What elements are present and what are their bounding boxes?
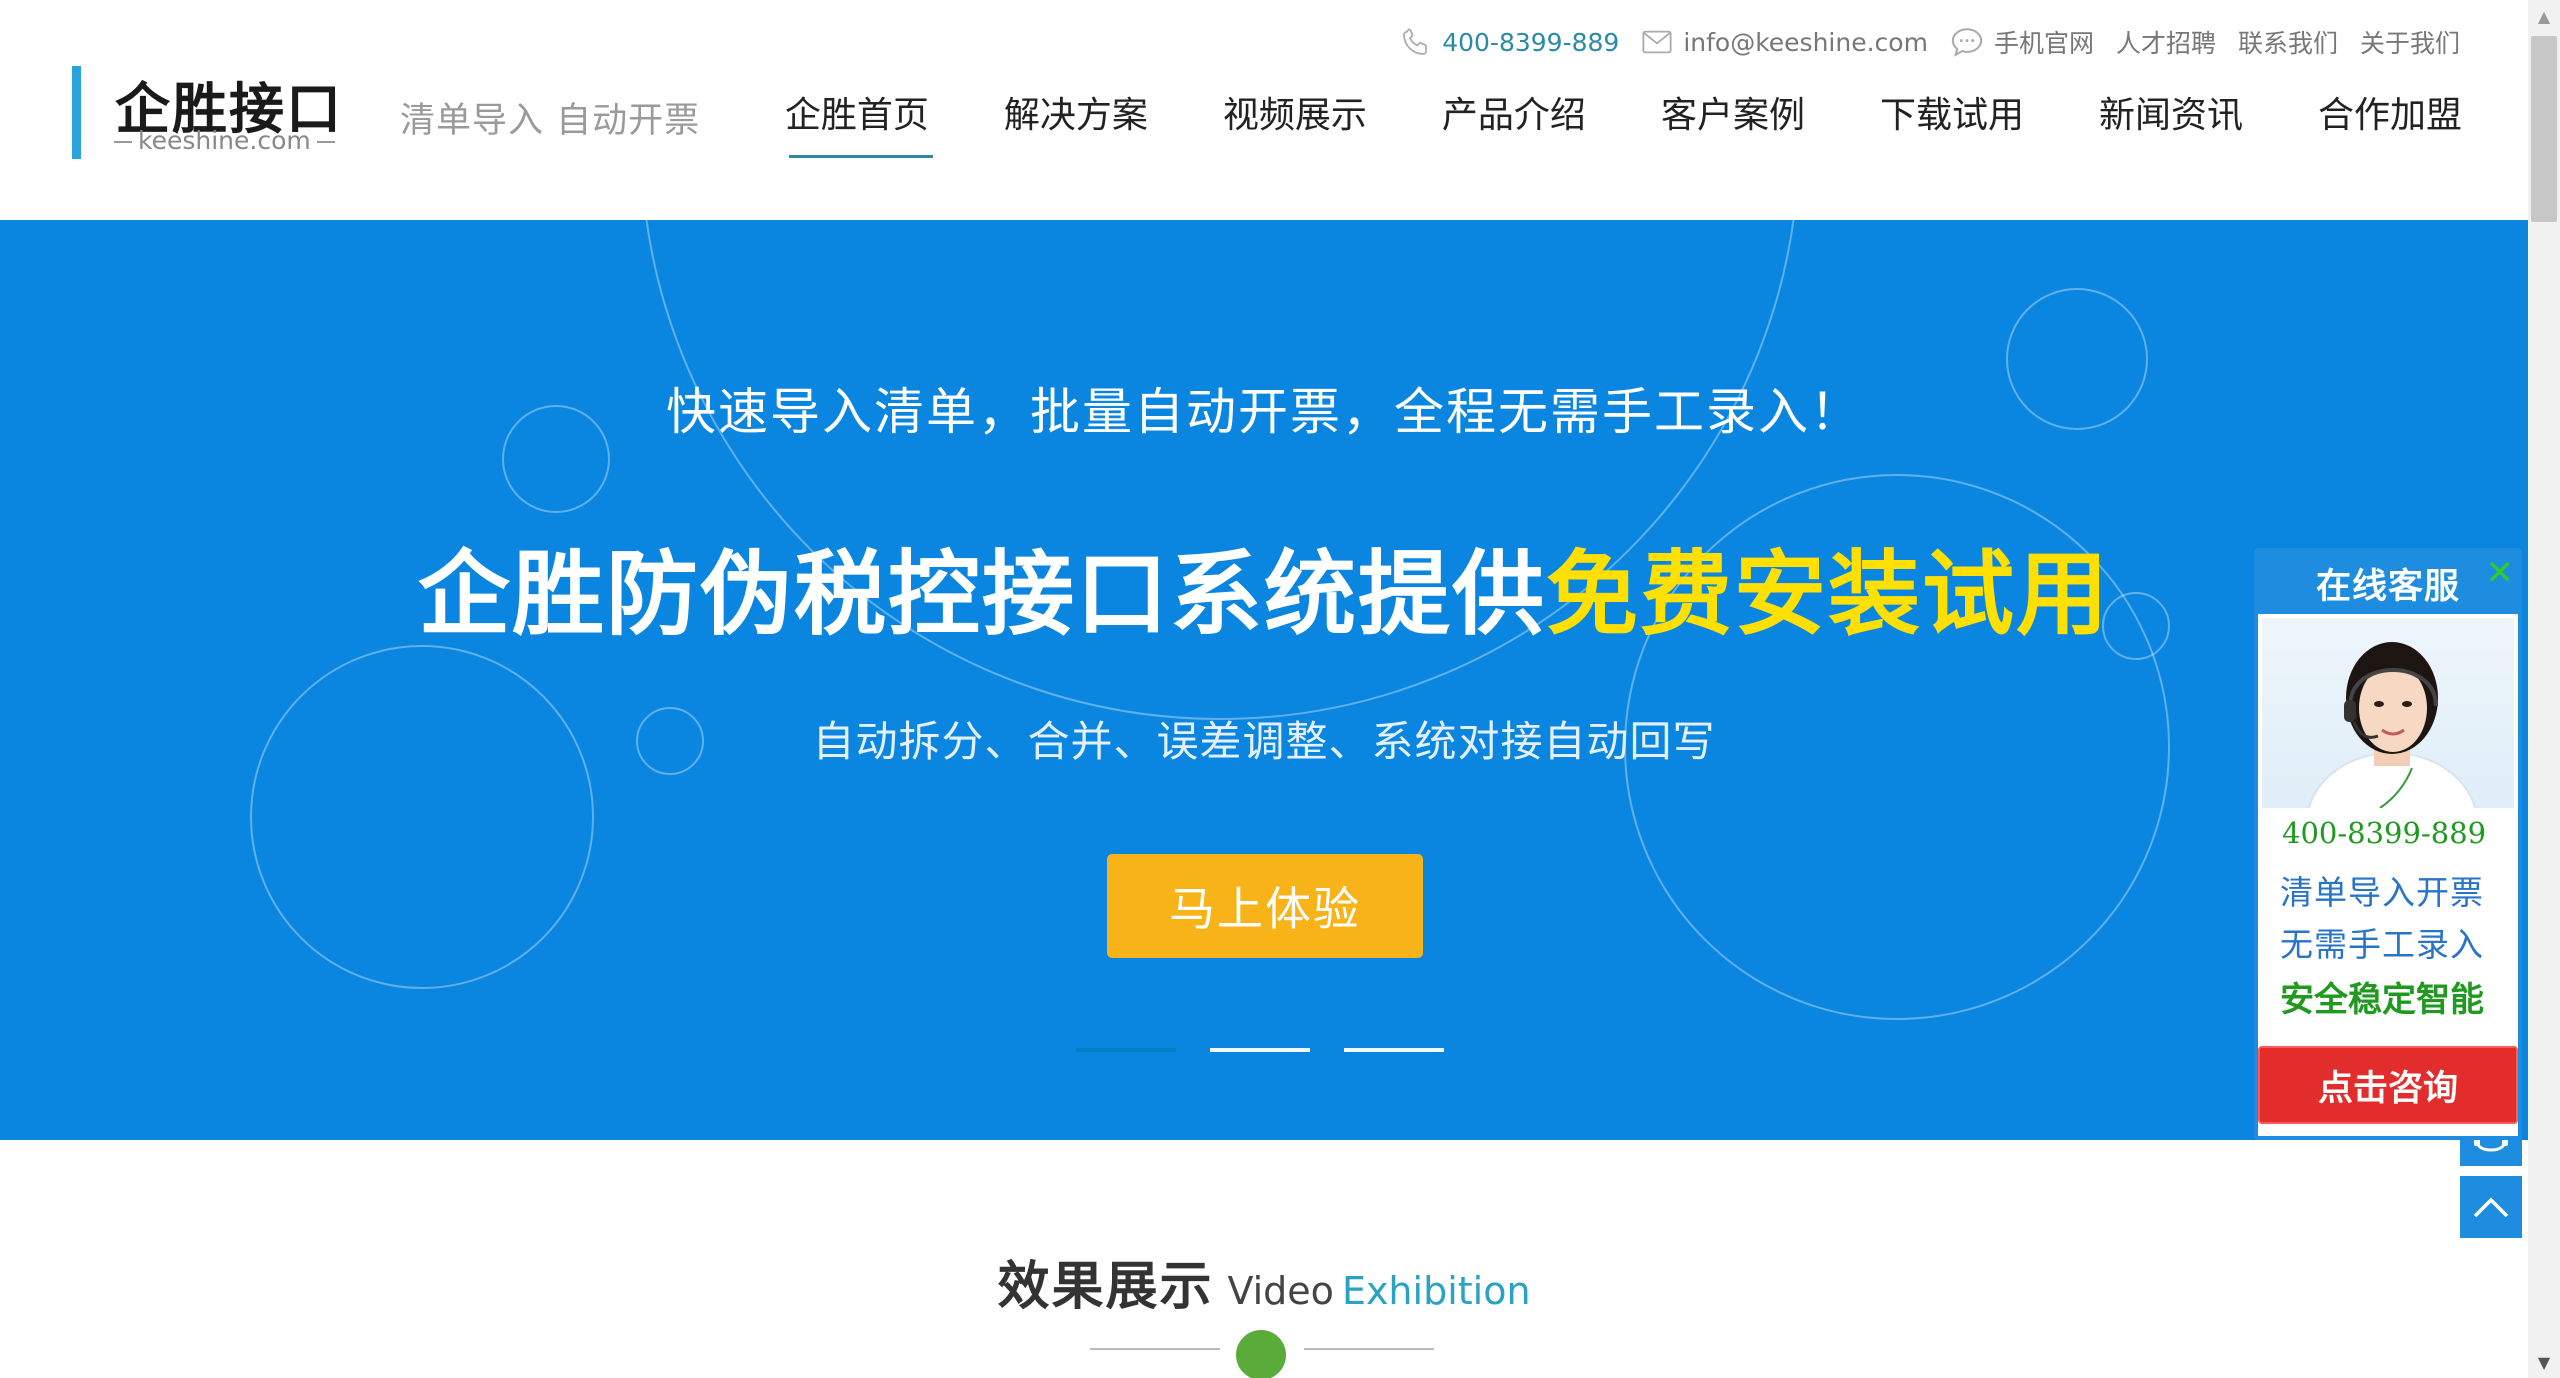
about-link[interactable]: 关于我们 — [2360, 24, 2460, 60]
scroll-thumb[interactable] — [2531, 36, 2557, 222]
header-slogan: 清单导入 自动开票 — [400, 101, 701, 141]
scroll-down-arrow[interactable]: ▼ — [2528, 1346, 2560, 1378]
back-to-top-button[interactable] — [2460, 1176, 2522, 1238]
scroll-up-arrow[interactable]: ▲ — [2528, 0, 2560, 32]
section-title-cn: 效果展示 — [997, 1257, 1214, 1317]
agent-avatar — [2262, 618, 2514, 894]
nav-item-products[interactable]: 产品介绍 — [1442, 86, 1586, 152]
mobile-site-link[interactable]: 手机官网 — [1950, 24, 2094, 60]
nav-item-partnership[interactable]: 合作加盟 — [2318, 86, 2462, 152]
chat-phone: 400-8399-889 — [2282, 816, 2487, 850]
banner-subtitle: 快速导入清单，批量自动开票，全程无需手工录入！ — [666, 383, 1862, 441]
section-title-en-1: Video — [1227, 1269, 1334, 1313]
phone-link[interactable]: 400-8399-889 — [1400, 26, 1619, 58]
nav-item-solutions[interactable]: 解决方案 — [1004, 86, 1148, 152]
mobile-site-label: 手机官网 — [1993, 29, 2094, 58]
try-now-button[interactable]: 马上体验 — [1107, 854, 1423, 958]
site-header: 企胜接口 keeshine.com 清单导入 自动开票 400-8399-889… — [0, 0, 2528, 220]
contact-link[interactable]: 联系我们 — [2238, 24, 2338, 60]
section-divider-dot — [1236, 1330, 1286, 1378]
nav-item-download[interactable]: 下载试用 — [1880, 86, 2024, 152]
page-scrollbar[interactable]: ▲ ▼ — [2528, 0, 2560, 1378]
email-link[interactable]: info@keeshine.com — [1641, 28, 1928, 57]
banner-headline-main: 企胜防伪税控接口系统提供 — [417, 541, 1546, 648]
section-divider-left — [1090, 1348, 1220, 1350]
mail-icon — [1642, 30, 1672, 54]
online-service-widget: 在线客服 ✕ 400-8399-889 清单导入开票 无需手工录入 安全稳定智能… — [2254, 548, 2522, 1140]
phone-number: 400-8399-889 — [1442, 27, 1620, 57]
back-to-top-icon — [2473, 1197, 2509, 1218]
page: 企胜接口 keeshine.com 清单导入 自动开票 400-8399-889… — [0, 0, 2560, 1378]
chat-line-2: 无需手工录入 — [2280, 925, 2484, 964]
section-title-en-2: Exhibition — [1341, 1269, 1531, 1313]
logo-domain: keeshine.com — [108, 126, 341, 155]
slide-dot-2[interactable] — [1210, 1048, 1310, 1052]
slide-indicators — [1076, 1048, 1478, 1052]
chat-line-3: 安全稳定智能 — [2280, 980, 2484, 1020]
section-divider-right — [1304, 1348, 1434, 1350]
phone-icon — [1403, 28, 1428, 55]
banner-headline-highlight: 免费安装试用 — [1546, 541, 2111, 648]
close-icon[interactable]: ✕ — [2486, 556, 2515, 590]
logo-accent-bar — [72, 66, 81, 159]
banner-headline: 企胜防伪税控接口系统提供免费安装试用 — [0, 520, 2528, 653]
consult-button[interactable]: 点击咨询 — [2258, 1046, 2518, 1124]
nav-item-cases[interactable]: 客户案例 — [1661, 86, 1805, 152]
nav-item-videos[interactable]: 视频展示 — [1223, 86, 1367, 152]
nav-item-news[interactable]: 新闻资讯 — [2099, 86, 2243, 152]
section-title: 效果展示 Video Exhibition — [0, 1244, 2528, 1319]
slide-dot-1[interactable] — [1076, 1048, 1176, 1052]
hero-banner[interactable]: 快速导入清单，批量自动开票，全程无需手工录入！ 企胜防伪税控接口系统提供免费安装… — [0, 220, 2528, 1140]
jobs-link[interactable]: 人才招聘 — [2116, 24, 2216, 60]
chat-header: 在线客服 — [2258, 552, 2518, 614]
email-address: info@keeshine.com — [1683, 27, 1928, 57]
nav-item-home[interactable]: 企胜首页 — [785, 86, 933, 158]
decor-circle — [250, 645, 594, 989]
main-nav: 企胜首页 解决方案 视频展示 产品介绍 客户案例 下载试用 新闻资讯 合作加盟 — [710, 86, 2462, 158]
chat-line-1: 清单导入开票 — [2280, 873, 2484, 912]
banner-description: 自动拆分、合并、误差调整、系统对接自动回写 — [812, 717, 1716, 766]
slide-dot-3[interactable] — [1344, 1048, 1444, 1052]
chat-bubble-icon — [1951, 28, 1983, 57]
top-links: 400-8399-889 info@keeshine.com 手机官网 人才招聘… — [1378, 20, 2460, 64]
